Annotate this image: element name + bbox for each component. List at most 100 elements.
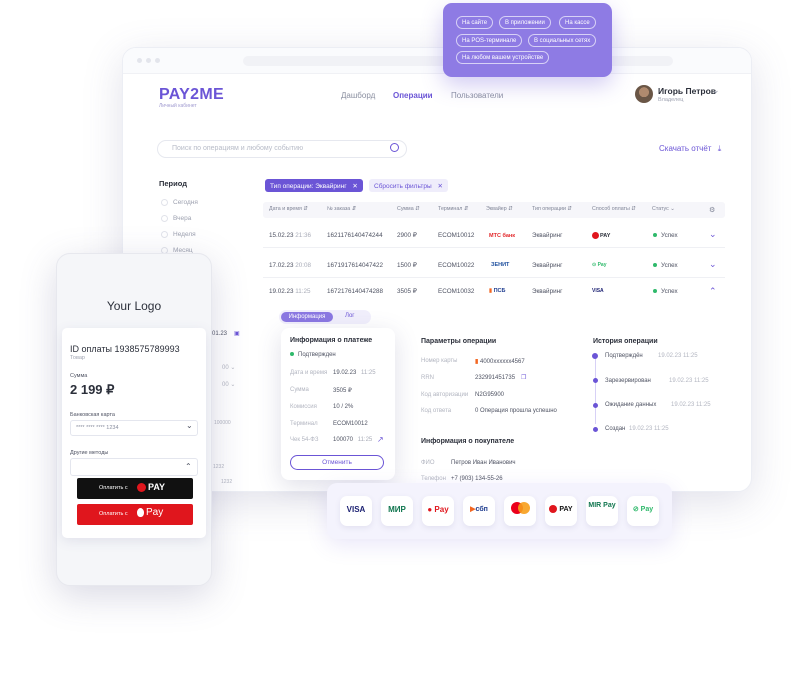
- row1-status: Успех: [653, 232, 678, 239]
- param-auth-code: N2G95900: [475, 392, 505, 398]
- mir-icon: МИР: [381, 496, 413, 526]
- row3-date: 19.02.23 11:25: [269, 288, 311, 295]
- column-header-date[interactable]: Дата и время ⇵: [269, 206, 308, 212]
- pay-with-ozon-button[interactable]: Оплатить с Pay: [77, 504, 193, 525]
- download-label: Скачать отчёт: [659, 144, 712, 153]
- row3-order[interactable]: 1672176140474288: [327, 288, 383, 295]
- history-event-date: 19.02.23 11:25: [671, 402, 711, 408]
- chevron-down-icon[interactable]: ⌄: [712, 85, 720, 96]
- pay-with-pay-button[interactable]: Оплатить с PAY: [77, 478, 193, 499]
- payment-commission: 10 / 2%: [333, 404, 354, 410]
- period-option-yesterday[interactable]: Вчера: [173, 215, 191, 222]
- column-header-status[interactable]: Статус ⌄: [652, 206, 675, 212]
- brand-logo[interactable]: PAY2ME: [159, 86, 224, 104]
- copy-icon[interactable]: ❐: [521, 374, 526, 381]
- download-report-button[interactable]: Скачать отчёт ⤓: [659, 144, 721, 154]
- tab-information[interactable]: Информация: [281, 312, 333, 322]
- card-label: Банковская карта: [70, 412, 115, 418]
- cancel-payment-button[interactable]: Отменить: [290, 455, 384, 470]
- search-icon[interactable]: [390, 143, 399, 152]
- buyer-info-title: Информация о покупателе: [421, 438, 515, 445]
- close-icon[interactable]: ✕: [352, 183, 357, 190]
- history-dot: [592, 353, 598, 359]
- column-header-acquirer[interactable]: Эквайер ⇵: [486, 206, 513, 212]
- payment-key: Чек 54-ФЗ: [290, 437, 319, 443]
- payment-id: ID оплаты 1938575789993: [70, 344, 180, 354]
- avatar[interactable]: [635, 85, 653, 103]
- tag-app: В приложении: [499, 16, 551, 29]
- row1-order[interactable]: 1621176140474244: [327, 232, 383, 239]
- close-icon[interactable]: ✕: [437, 183, 442, 190]
- period-radio[interactable]: [161, 231, 168, 238]
- column-header-sum[interactable]: Сумма ⇵: [397, 206, 420, 212]
- mir-pay-icon: MIR Pay: [586, 496, 618, 526]
- param-response-code: 0 Операция прошла успешно: [475, 408, 557, 414]
- search-input[interactable]: Поиск по операциям и любому событию: [157, 140, 407, 158]
- chevron-up-icon[interactable]: ⌃: [709, 286, 717, 297]
- other-methods-label: Другие методы: [70, 450, 109, 456]
- sber-pay-icon: ⊘ Pay: [627, 496, 659, 526]
- tab-log[interactable]: Лог: [345, 313, 354, 319]
- param-key: RRN: [421, 375, 434, 381]
- bg-date-fragment: 01.23: [212, 331, 228, 337]
- row2-date: 17.02.23 20:08: [269, 262, 312, 269]
- payment-info-title: Информация о платеже: [290, 337, 373, 344]
- row2-sum: 1500 ₽: [397, 262, 417, 269]
- product-label: Товар: [70, 355, 85, 361]
- nav-dashboard[interactable]: Дашборд: [341, 91, 375, 100]
- payment-methods-bar: [327, 483, 672, 539]
- row3-sum: 3505 ₽: [397, 288, 417, 295]
- nav-users[interactable]: Пользователи: [451, 91, 503, 100]
- payment-receipt: 100070 11:25: [333, 437, 373, 443]
- pay-brand: PAY: [137, 482, 165, 493]
- external-link-icon[interactable]: ↗: [377, 435, 384, 444]
- history-event-label: Создан: [605, 426, 626, 432]
- chevron-up-icon[interactable]: ⌃: [185, 462, 192, 471]
- row2-status: Успех: [653, 262, 678, 269]
- row1-sum: 2900 ₽: [397, 232, 417, 239]
- period-option-week[interactable]: Неделя: [173, 231, 196, 238]
- row3-terminal: ECOM10032: [438, 288, 475, 295]
- history-title: История операции: [593, 338, 658, 345]
- user-name[interactable]: Игорь Петров: [658, 86, 716, 96]
- status-dot: [290, 352, 294, 357]
- filter-chip-operation-type[interactable]: Тип операции: Эквайринг ✕: [265, 179, 363, 192]
- payment-key: Комиссия: [290, 404, 317, 410]
- buyer-phone: +7 (903) 134-55-26: [451, 476, 503, 482]
- bg-amount-fragment: 00 ⌄: [222, 382, 236, 388]
- period-radio[interactable]: [161, 215, 168, 222]
- param-card-number: ▮ 4000xxxxxx4567: [475, 359, 525, 365]
- chevron-down-icon[interactable]: ⌄: [709, 229, 717, 240]
- bg-number-fragment: 1232: [221, 479, 233, 485]
- period-radio[interactable]: [161, 199, 168, 206]
- window-dot: [137, 58, 142, 63]
- nav-operations[interactable]: Операции: [393, 91, 433, 100]
- buyer-key: ФИО: [421, 460, 435, 466]
- tag-any-device: На любом вашем устройстве: [456, 51, 550, 64]
- history-event-date: 19.02.23 11:25: [629, 426, 669, 432]
- reset-filters-button[interactable]: Сбросить фильтры ✕: [369, 179, 448, 192]
- status-dot: [653, 263, 657, 268]
- history-event-label: Ожидание данных: [605, 402, 657, 408]
- tag-social: В социальных сетях: [528, 34, 597, 47]
- operation-params-title: Параметры операции: [421, 338, 497, 345]
- card-mask: **** **** **** 1234: [76, 425, 119, 431]
- column-header-order[interactable]: № заказа ⇵: [327, 206, 356, 212]
- column-header-type[interactable]: Тип операции ⇵: [532, 206, 572, 212]
- buyer-name: Петров Иван Иванович: [451, 460, 516, 466]
- user-role: Владелец: [658, 97, 684, 103]
- period-option-today[interactable]: Сегодня: [173, 199, 198, 206]
- settings-icon[interactable]: ⚙: [709, 206, 715, 214]
- column-header-method[interactable]: Способ оплаты ⇵: [592, 206, 636, 212]
- row2-order[interactable]: 1671917614047422: [327, 262, 383, 269]
- chevron-down-icon[interactable]: ⌄: [709, 259, 717, 270]
- buyer-key: Телефон: [421, 476, 446, 482]
- calendar-icon[interactable]: ▣: [234, 330, 240, 337]
- payment-method-pay-logo: PAY: [592, 232, 610, 239]
- reset-filters-label: Сбросить фильтры: [374, 183, 432, 190]
- other-methods-toggle[interactable]: [70, 458, 198, 476]
- status-dot: [653, 289, 657, 294]
- pay-red-circle-icon: PAY: [545, 496, 577, 526]
- column-header-terminal[interactable]: Терминал ⇵: [438, 206, 468, 212]
- chevron-down-icon[interactable]: ⌄: [186, 421, 193, 430]
